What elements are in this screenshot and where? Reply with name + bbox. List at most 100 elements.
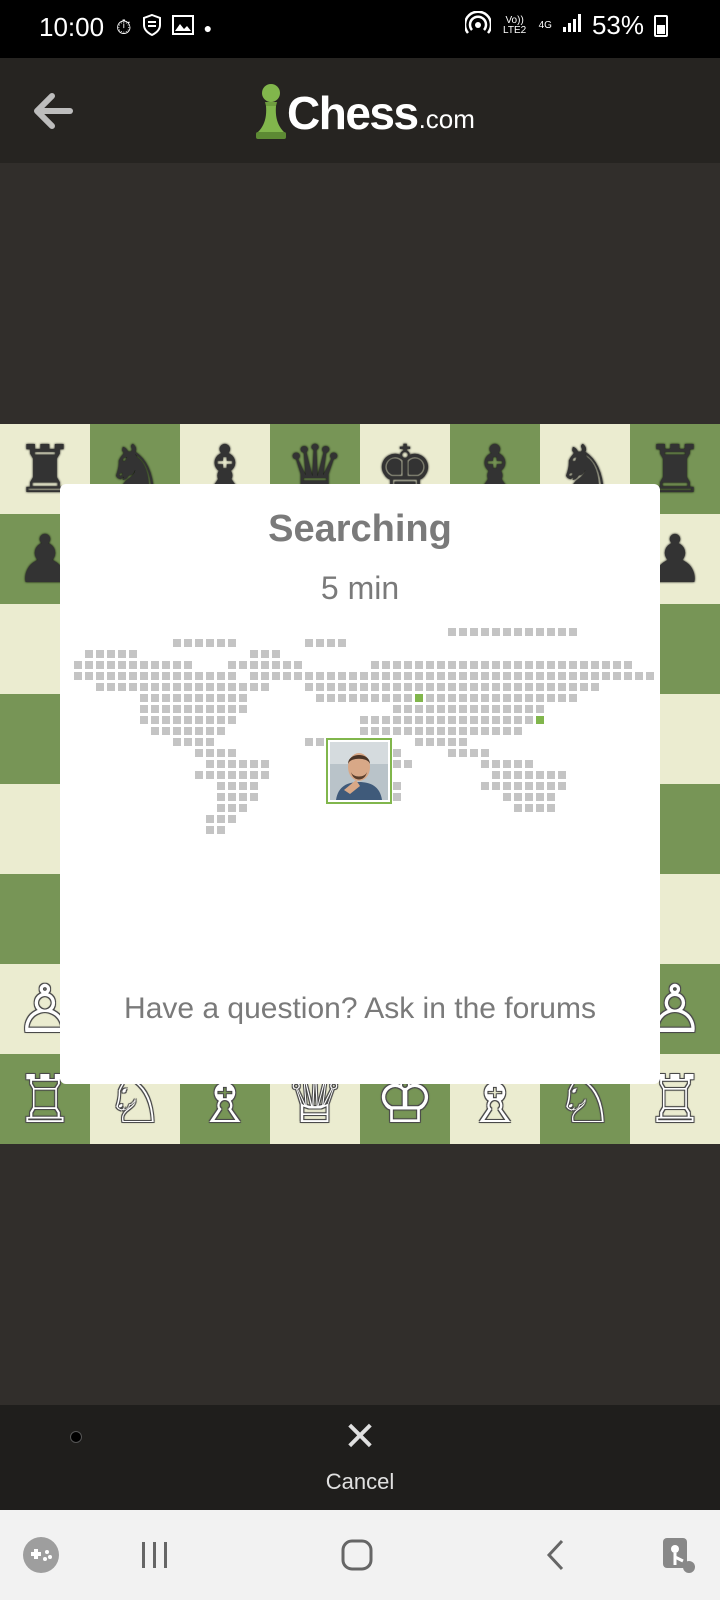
game-launcher-button[interactable] [16, 1530, 66, 1580]
user-avatar-icon [330, 742, 388, 800]
map-dot [228, 705, 236, 713]
map-dot [371, 727, 379, 735]
map-dot [558, 672, 566, 680]
map-dot [580, 661, 588, 669]
map-dot [96, 661, 104, 669]
map-dot [481, 683, 489, 691]
home-button[interactable] [332, 1530, 382, 1580]
signal-icon [562, 13, 582, 38]
map-dot [492, 705, 500, 713]
hotspot-icon [463, 10, 492, 40]
map-dot [239, 683, 247, 691]
map-dot [404, 727, 412, 735]
map-dot [151, 683, 159, 691]
map-dot [514, 705, 522, 713]
chevron-left-icon [546, 1539, 564, 1571]
map-dot [470, 716, 478, 724]
map-dot [261, 771, 269, 779]
map-dot [481, 628, 489, 636]
map-dot [217, 804, 225, 812]
back-button[interactable] [30, 88, 76, 134]
accessibility-button[interactable] [654, 1530, 704, 1580]
map-dot [173, 661, 181, 669]
map-dot [162, 727, 170, 735]
map-dot [261, 683, 269, 691]
map-dot [569, 694, 577, 702]
recent-apps-button[interactable] [130, 1530, 180, 1580]
map-dot [151, 661, 159, 669]
map-dot [294, 672, 302, 680]
forum-link[interactable]: Have a question? Ask in the forums [60, 992, 660, 1026]
map-dot [360, 683, 368, 691]
map-dot [613, 661, 621, 669]
map-dot [415, 738, 423, 746]
map-dot [393, 694, 401, 702]
map-dot [195, 639, 203, 647]
map-dot [107, 650, 115, 658]
map-dot [448, 661, 456, 669]
map-dot [217, 771, 225, 779]
map-dot [481, 694, 489, 702]
map-dot [547, 683, 555, 691]
map-dot [250, 771, 258, 779]
map-dot [415, 705, 423, 713]
map-dot [250, 782, 258, 790]
map-dot [360, 727, 368, 735]
map-dot [459, 661, 467, 669]
map-dot [393, 661, 401, 669]
map-dot [228, 760, 236, 768]
map-player-dot [415, 694, 423, 702]
map-dot [173, 672, 181, 680]
map-dot [173, 683, 181, 691]
map-dot [239, 694, 247, 702]
map-dot [360, 672, 368, 680]
map-dot [580, 683, 588, 691]
map-player-dot [536, 716, 544, 724]
map-dot [569, 672, 577, 680]
map-dot [393, 705, 401, 713]
map-dot [217, 760, 225, 768]
map-dot [239, 705, 247, 713]
map-dot [261, 760, 269, 768]
map-dot [415, 683, 423, 691]
map-dot [162, 672, 170, 680]
map-dot [646, 672, 654, 680]
map-dot [481, 716, 489, 724]
map-dot [151, 716, 159, 724]
map-dot [129, 650, 137, 658]
map-dot [492, 716, 500, 724]
map-dot [195, 749, 203, 757]
map-dot [547, 804, 555, 812]
map-dot [514, 804, 522, 812]
map-dot [261, 650, 269, 658]
map-dot [404, 705, 412, 713]
map-dot [525, 628, 533, 636]
map-dot [525, 694, 533, 702]
map-dot [85, 650, 93, 658]
map-dot [437, 727, 445, 735]
map-dot [503, 771, 511, 779]
map-dot [239, 760, 247, 768]
map-dot [217, 826, 225, 834]
map-dot [316, 639, 324, 647]
map-dot [272, 672, 280, 680]
volte-label: Vo)) LTE2 [503, 14, 527, 36]
game-controller-icon [23, 1537, 59, 1573]
map-dot [217, 639, 225, 647]
shield-icon [142, 13, 162, 42]
map-dot [228, 661, 236, 669]
cancel-button[interactable]: ✕ Cancel [300, 1417, 420, 1501]
map-dot [481, 705, 489, 713]
map-dot [470, 661, 478, 669]
map-dot [162, 716, 170, 724]
bottom-action-bar: ✕ Cancel [0, 1405, 720, 1510]
map-dot [613, 672, 621, 680]
map-dot [371, 716, 379, 724]
system-back-button[interactable] [532, 1530, 582, 1580]
map-dot [316, 738, 324, 746]
map-dot [107, 672, 115, 680]
map-dot [151, 694, 159, 702]
map-dot [547, 628, 555, 636]
map-dot [228, 771, 236, 779]
map-dot [162, 661, 170, 669]
